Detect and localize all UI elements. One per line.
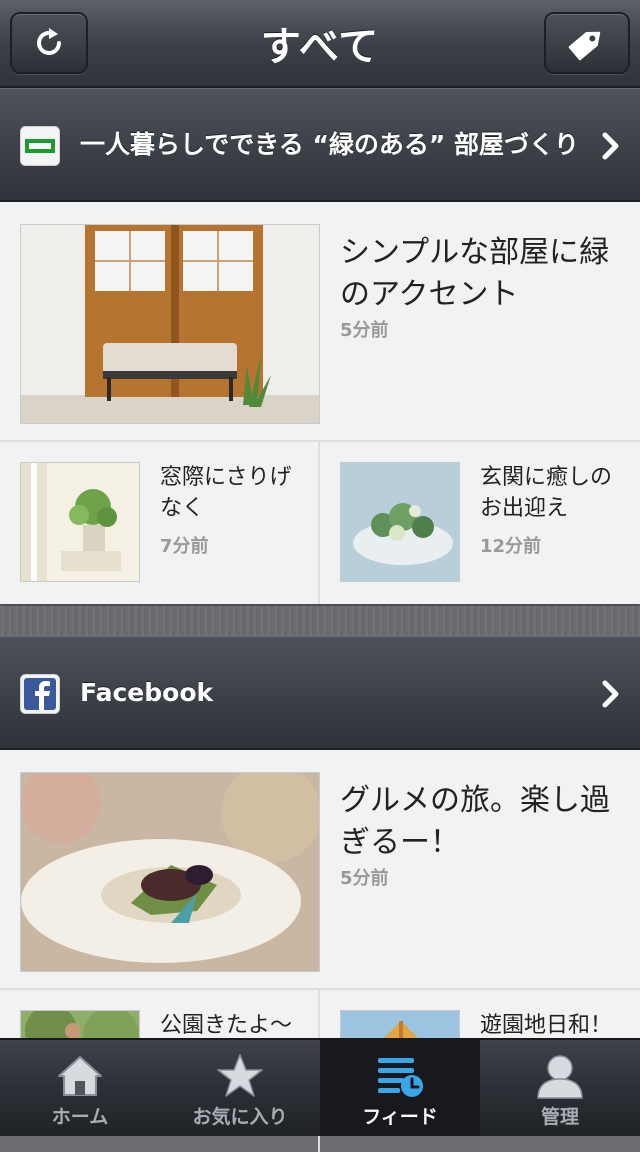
article-time: 5分前: [340, 320, 389, 341]
tab-bar: ホーム お気に入り フィード 管理: [0, 1038, 640, 1136]
main-article[interactable]: シンプルな部屋に緑のアクセント 5分前: [0, 202, 640, 442]
navbar: すべて: [0, 0, 640, 88]
article-time: 7分前: [160, 536, 209, 557]
tag-button[interactable]: [544, 12, 630, 74]
article-title: 玄関に癒しのお出迎え: [480, 465, 613, 521]
section-divider: [0, 606, 640, 636]
article-time: 5分前: [340, 868, 389, 889]
star-icon: [217, 1054, 263, 1097]
feed-section-header[interactable]: 一人暮らしでできる “緑のある” 部屋づくり: [0, 88, 640, 202]
tab-feed[interactable]: フィード: [320, 1040, 480, 1136]
section-title: 一人暮らしでできる “緑のある” 部屋づくり: [80, 130, 580, 159]
tab-label: フィード: [362, 1106, 438, 1128]
green-feed-icon: [20, 126, 60, 166]
tab-label: ホーム: [51, 1106, 109, 1128]
article-thumbnail: [340, 462, 460, 582]
chevron-right-icon: [602, 132, 619, 160]
section-title: Facebook: [80, 678, 214, 707]
article-title: 窓際にさりげなく: [160, 465, 292, 521]
article-thumbnail: [20, 772, 320, 972]
feed-card: グルメの旅。楽し過ぎるー！ 5分前 公園きたよ〜 遊園地日和！: [0, 750, 640, 1152]
facebook-section-header[interactable]: Facebook: [0, 636, 640, 750]
tab-home[interactable]: ホーム: [0, 1040, 160, 1136]
tab-label: お気に入り: [192, 1106, 288, 1128]
article-title: シンプルな部屋に緑のアクセント: [340, 235, 610, 312]
tab-favorites[interactable]: お気に入り: [160, 1040, 320, 1136]
article-thumbnail: [20, 462, 140, 582]
article-title: 公園きたよ〜: [160, 1013, 293, 1038]
facebook-icon: [20, 674, 60, 714]
sub-article[interactable]: 玄関に癒しのお出迎え 12分前: [320, 442, 640, 604]
article-time: 12分前: [480, 536, 542, 557]
main-article[interactable]: グルメの旅。楽し過ぎるー！ 5分前: [0, 750, 640, 990]
tag-icon: [568, 31, 601, 61]
chevron-right-icon: [602, 680, 619, 708]
feed-icon: [378, 1058, 423, 1097]
feed-card: シンプルな部屋に緑のアクセント 5分前 窓際にさりげなく 7分前 玄関に癒しのお…: [0, 202, 640, 604]
user-icon: [537, 1055, 583, 1099]
sub-article[interactable]: 窓際にさりげなく 7分前: [0, 442, 320, 604]
article-title: 遊園地日和！: [480, 1013, 613, 1038]
home-icon: [58, 1056, 102, 1096]
article-thumbnail: [20, 224, 320, 424]
article-title: グルメの旅。楽し過ぎるー！: [340, 783, 610, 860]
tab-manage[interactable]: 管理: [480, 1040, 640, 1136]
tab-label: 管理: [540, 1106, 579, 1128]
